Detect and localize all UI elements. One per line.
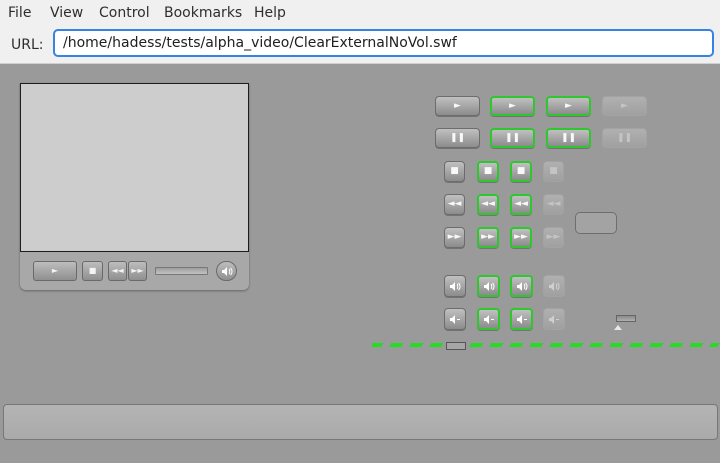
menu-bookmarks[interactable]: Bookmarks	[164, 5, 242, 21]
play-icon: ►	[51, 266, 59, 275]
volume-slider[interactable]	[616, 315, 636, 322]
pause-icon: ❚❚	[504, 132, 521, 143]
pause-button-pressed[interactable]: ❚❚	[546, 128, 591, 148]
url-label: URL:	[11, 37, 44, 53]
menu-file[interactable]: File	[8, 5, 31, 21]
pause-button-disabled[interactable]: ❚❚	[602, 128, 647, 148]
player-play-button[interactable]: ►	[33, 261, 77, 281]
stop-button-normal[interactable]: ■	[444, 161, 465, 182]
menu-view[interactable]: View	[50, 5, 83, 21]
play-button-hover[interactable]: ►	[490, 96, 535, 116]
fast-forward-button-disabled[interactable]: ►►	[543, 227, 564, 248]
mute-icon	[512, 310, 531, 328]
fast-forward-button-hover[interactable]: ►►	[477, 227, 499, 248]
play-button-pressed[interactable]: ►	[546, 96, 591, 116]
mute-icon	[479, 310, 498, 328]
progress-thumb[interactable]	[446, 342, 466, 350]
volume-slider-thumb[interactable]	[614, 325, 622, 330]
volume-button-pressed[interactable]	[510, 275, 533, 297]
mute-button-disabled[interactable]	[543, 308, 565, 330]
volume-button-hover[interactable]	[477, 275, 500, 297]
play-icon: ►	[565, 100, 572, 111]
play-icon: ►	[509, 100, 516, 111]
status-panel	[3, 404, 718, 440]
menu-help[interactable]: Help	[254, 5, 286, 21]
mute-button-normal[interactable]	[444, 308, 466, 330]
fast-forward-button-pressed[interactable]: ►►	[510, 227, 532, 248]
play-icon: ►	[621, 100, 628, 111]
player-volume-button[interactable]	[216, 261, 237, 281]
mute-icon	[544, 309, 564, 329]
fast-forward-button-normal[interactable]: ►►	[444, 227, 465, 248]
play-button-disabled[interactable]: ►	[602, 96, 647, 116]
player-fast-forward-button[interactable]: ►►	[128, 261, 147, 281]
video-screen	[20, 83, 249, 252]
mute-button-hover[interactable]	[477, 308, 500, 330]
fast-forward-icon: ►►	[514, 232, 528, 242]
stop-icon: ■	[88, 266, 97, 275]
stop-button-pressed[interactable]: ■	[510, 161, 532, 182]
stop-button-hover[interactable]: ■	[477, 161, 499, 182]
rewind-icon: ◄◄	[111, 266, 124, 275]
stop-icon: ■	[549, 166, 558, 176]
rewind-icon: ◄◄	[546, 199, 561, 209]
volume-button-normal[interactable]	[444, 275, 466, 297]
volume-button-disabled[interactable]	[543, 275, 565, 297]
fast-forward-icon: ►►	[481, 232, 495, 242]
rewind-icon: ◄◄	[514, 199, 528, 209]
menu-control[interactable]: Control	[99, 5, 150, 21]
stop-icon: ■	[516, 166, 526, 176]
rewind-icon: ◄◄	[481, 199, 495, 209]
video-player: ► ■ ◄◄ ►►	[20, 83, 249, 290]
stop-icon: ■	[450, 166, 459, 176]
fast-forward-icon: ►►	[131, 266, 144, 275]
volume-icon	[544, 276, 564, 296]
rewind-button-hover[interactable]: ◄◄	[477, 194, 499, 215]
pause-icon: ❚❚	[560, 132, 577, 143]
flash-stage: ► ■ ◄◄ ►► ► ► ► ► ❚❚ ❚❚ ❚❚ ❚❚ ■ ■ ■ ■ ◄◄…	[0, 64, 720, 463]
url-bar: URL:	[0, 27, 720, 64]
player-stop-button[interactable]: ■	[82, 261, 103, 281]
progress-bar[interactable]	[372, 342, 720, 348]
rewind-button-pressed[interactable]: ◄◄	[510, 194, 532, 215]
pause-icon: ❚❚	[449, 132, 466, 143]
player-rewind-button[interactable]: ◄◄	[108, 261, 127, 281]
play-icon: ►	[454, 100, 461, 111]
url-input[interactable]	[53, 29, 714, 57]
volume-icon	[479, 277, 498, 295]
fast-forward-icon: ►►	[447, 232, 462, 242]
fast-forward-icon: ►►	[546, 232, 561, 242]
pause-button-normal[interactable]: ❚❚	[435, 128, 480, 148]
menu-bar: File View Control Bookmarks Help	[0, 0, 720, 27]
pause-button-hover[interactable]: ❚❚	[490, 128, 535, 148]
rewind-icon: ◄◄	[447, 199, 462, 209]
volume-icon	[445, 276, 465, 296]
stop-icon: ■	[483, 166, 493, 176]
stop-button-disabled[interactable]: ■	[543, 161, 564, 182]
mute-button-pressed[interactable]	[510, 308, 533, 330]
player-seek-bar[interactable]	[155, 267, 208, 275]
volume-icon	[217, 262, 236, 280]
volume-icon	[512, 277, 531, 295]
rewind-button-disabled[interactable]: ◄◄	[543, 194, 564, 215]
empty-rounded-box	[575, 212, 617, 234]
pause-icon: ❚❚	[616, 132, 633, 143]
play-button-normal[interactable]: ►	[435, 96, 480, 116]
rewind-button-normal[interactable]: ◄◄	[444, 194, 465, 215]
mute-icon	[445, 309, 465, 329]
